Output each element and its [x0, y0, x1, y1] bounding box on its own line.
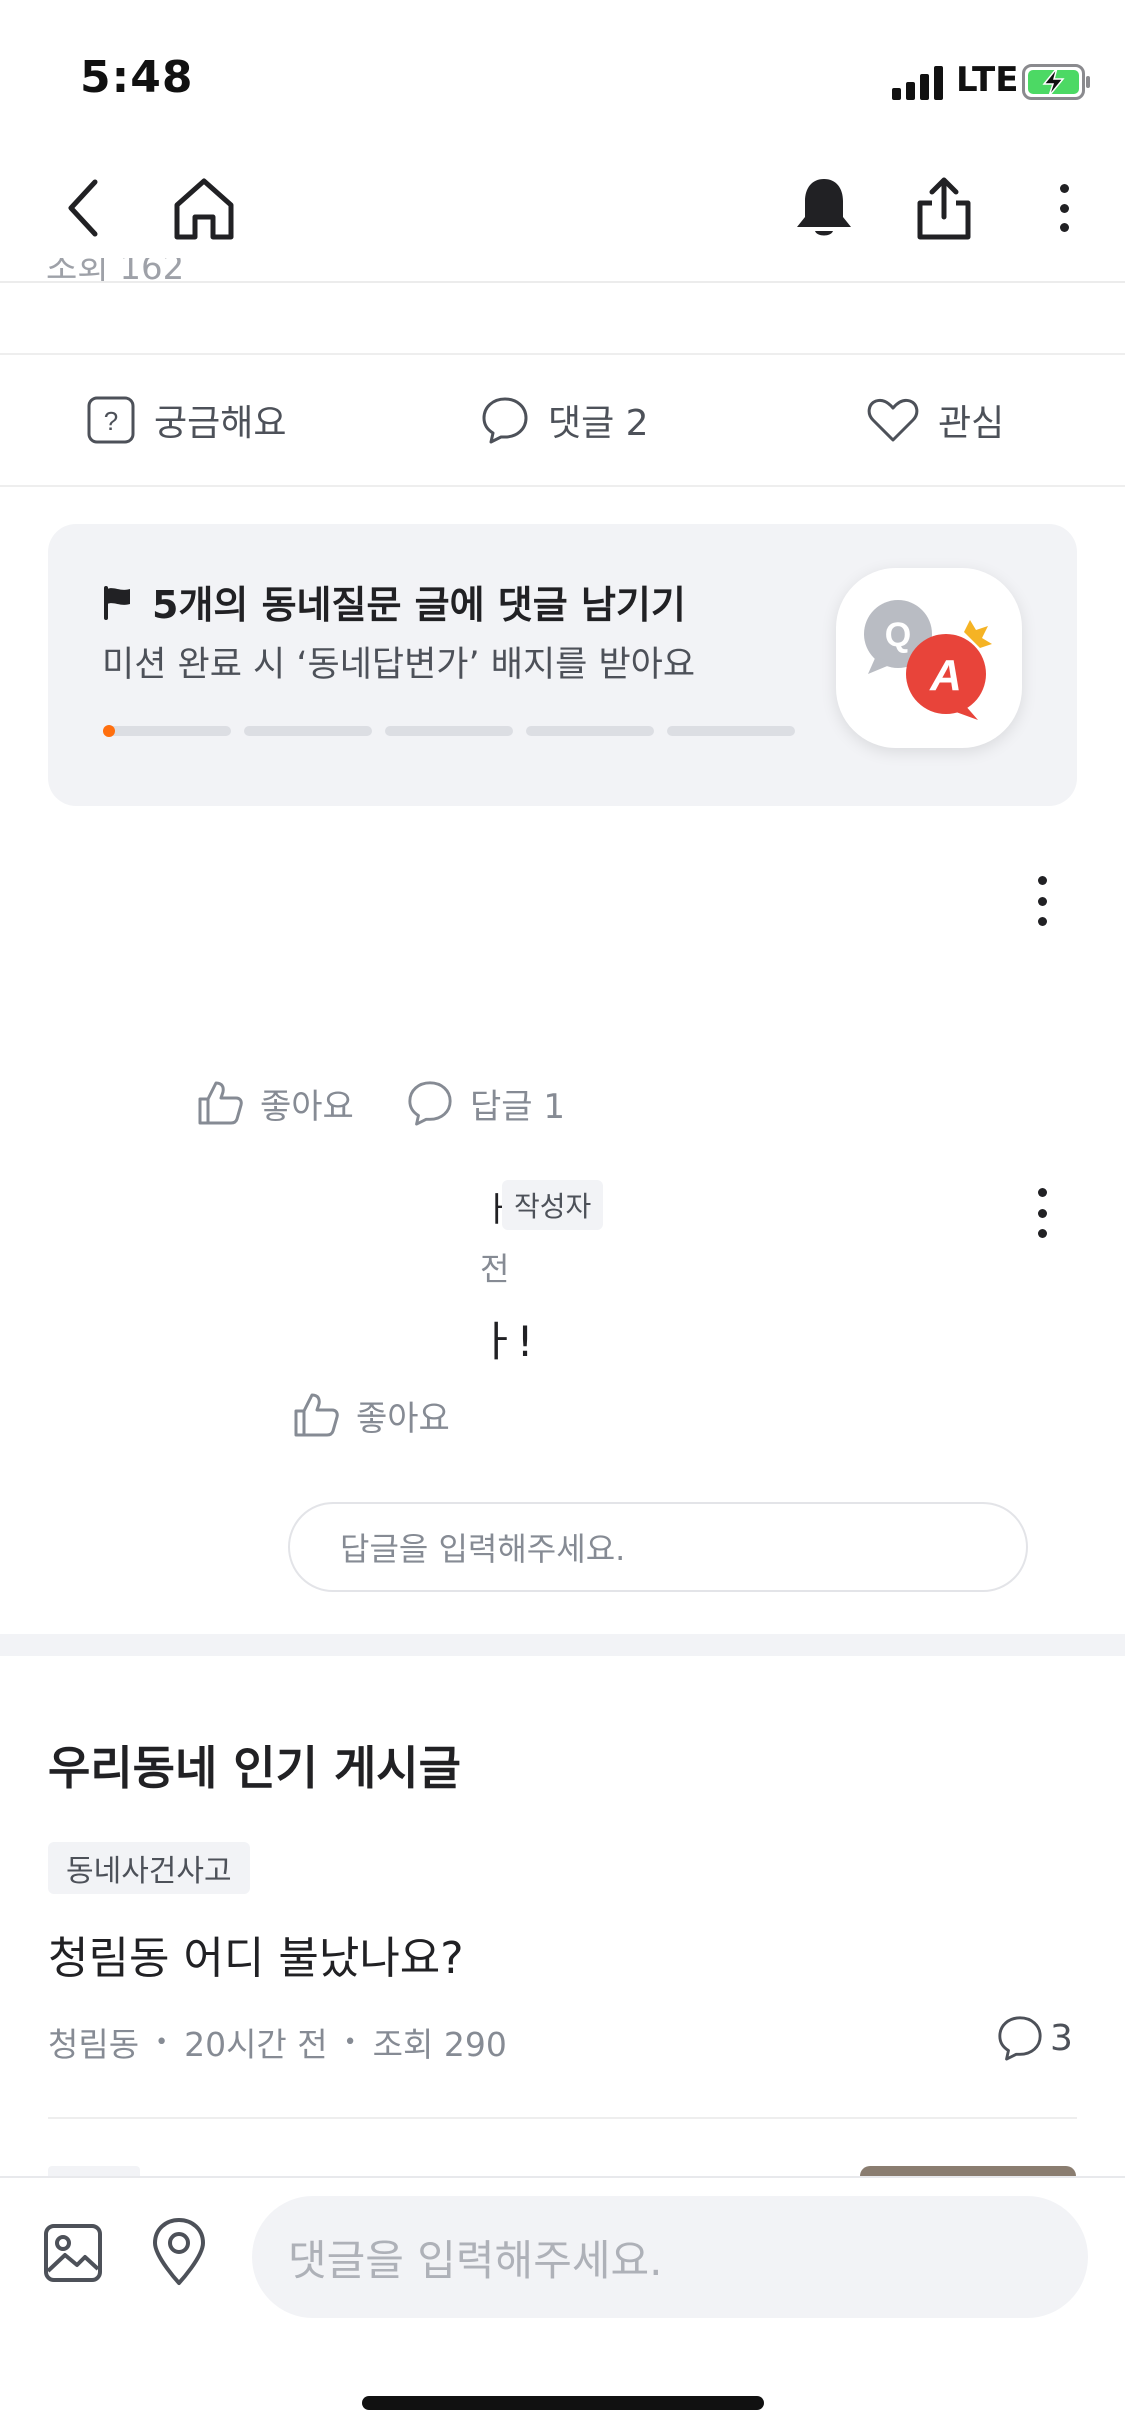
heart-icon [867, 398, 919, 442]
next-post-tag-peek [48, 2166, 140, 2176]
reply-input[interactable]: 답글을 입력해주세요. [288, 1502, 1028, 1592]
comment-bubble-icon [482, 397, 528, 444]
comment-input[interactable]: 댓글을 입력해주세요. [252, 2196, 1088, 2318]
home-indicator [362, 2396, 764, 2410]
post-time: 20시간 전 [184, 2025, 328, 2064]
reply-more-button[interactable] [1022, 1188, 1062, 1238]
mission-progress-step [526, 726, 654, 736]
popular-section-title: 우리동네 인기 게시글 [48, 1741, 461, 1795]
share-icon [917, 177, 971, 240]
question-icon: ? [87, 396, 135, 444]
interest-button[interactable]: 관심 [866, 392, 1004, 448]
badge-q-text: Q [885, 616, 911, 654]
post-views-partial: 조회 162 [46, 258, 185, 288]
comment-like-button[interactable]: 좋아요 [196, 1078, 354, 1128]
comments-label: 댓글 2 [548, 403, 649, 444]
comments-button[interactable]: 댓글 2 [480, 392, 649, 448]
mission-progress-step [385, 726, 513, 736]
post-divider [48, 2117, 1077, 2119]
image-icon [44, 2224, 102, 2282]
svg-text:?: ? [104, 406, 118, 436]
attach-location-button[interactable] [144, 2214, 214, 2290]
reaction-divider-top [0, 353, 1125, 355]
comment-like-label: 좋아요 [260, 1086, 354, 1127]
reply-like-label: 좋아요 [356, 1398, 450, 1439]
share-button[interactable] [904, 168, 984, 248]
notification-button[interactable] [784, 168, 864, 248]
mission-badge: Q A [836, 568, 1022, 748]
mission-progress-step [667, 726, 795, 736]
mission-progress-step [103, 726, 231, 736]
attach-image-button[interactable] [38, 2218, 108, 2288]
nav-divider [0, 281, 1125, 283]
interest-label: 관심 [938, 403, 1005, 444]
more-vertical-icon [1022, 876, 1062, 926]
post-comment-count-value: 3 [1050, 2017, 1073, 2059]
meta-separator: • [155, 2029, 169, 2055]
curious-label: 궁금해요 [154, 403, 287, 444]
battery-charging-icon [1022, 64, 1090, 100]
comment-reply-label: 답글 1 [470, 1086, 565, 1127]
post-comment-count: 3 [996, 2014, 1073, 2062]
reaction-divider-bottom [0, 485, 1125, 487]
comment-reply-button[interactable]: 답글 1 [406, 1078, 565, 1128]
mission-progress-step [244, 726, 372, 736]
post-views: 조회 290 [372, 2025, 507, 2064]
post-category-tag[interactable]: 동네사건사고 [48, 1842, 250, 1894]
mission-title-text: 5개의 동네질문 글에 댓글 남기기 [152, 583, 686, 627]
mission-title: 5개의 동네질문 글에 댓글 남기기 [100, 574, 686, 629]
popular-post-meta: 청림동 • 20시간 전 • 조회 290 [48, 2018, 507, 2066]
reply-text: ㅏ! [478, 1317, 534, 1366]
comment-more-button[interactable] [1022, 876, 1062, 926]
more-vertical-icon [1022, 1188, 1062, 1238]
thumbs-up-icon [198, 1081, 243, 1125]
comment-bubble-icon [998, 2016, 1042, 2061]
author-badge: 작성자 [502, 1180, 604, 1230]
back-button[interactable] [44, 168, 124, 248]
flag-icon [104, 585, 130, 620]
more-button[interactable] [1024, 168, 1104, 248]
thumbs-up-icon [294, 1393, 339, 1437]
reply-timestamp: 전 [480, 1250, 510, 1288]
home-button[interactable] [164, 168, 244, 248]
badge-a-text: A [929, 651, 962, 700]
comment-bubble-icon [408, 1081, 452, 1126]
popular-post-title[interactable]: 청림동 어디 불났나요? [48, 1922, 464, 1986]
mission-subtitle: 미션 완료 시 ‘동네답변가’ 배지를 받아요 [102, 645, 696, 685]
status-time: 5:48 [80, 52, 194, 103]
qa-badge-icon: Q A [864, 600, 992, 720]
post-location: 청림동 [48, 2025, 140, 2064]
home-icon [174, 178, 234, 240]
mission-progress-dot [103, 725, 115, 737]
bell-icon [797, 179, 851, 236]
meta-separator: • [343, 2029, 357, 2055]
reply-like-button[interactable]: 좋아요 [292, 1390, 450, 1440]
network-label: LTE [956, 60, 1019, 100]
curious-button[interactable]: ? 궁금해요 [86, 392, 286, 448]
more-vertical-icon [1044, 184, 1084, 232]
section-divider [0, 1634, 1125, 1656]
signal-icon [892, 66, 943, 100]
chevron-left-icon [68, 179, 98, 237]
location-pin-icon [153, 2218, 205, 2285]
